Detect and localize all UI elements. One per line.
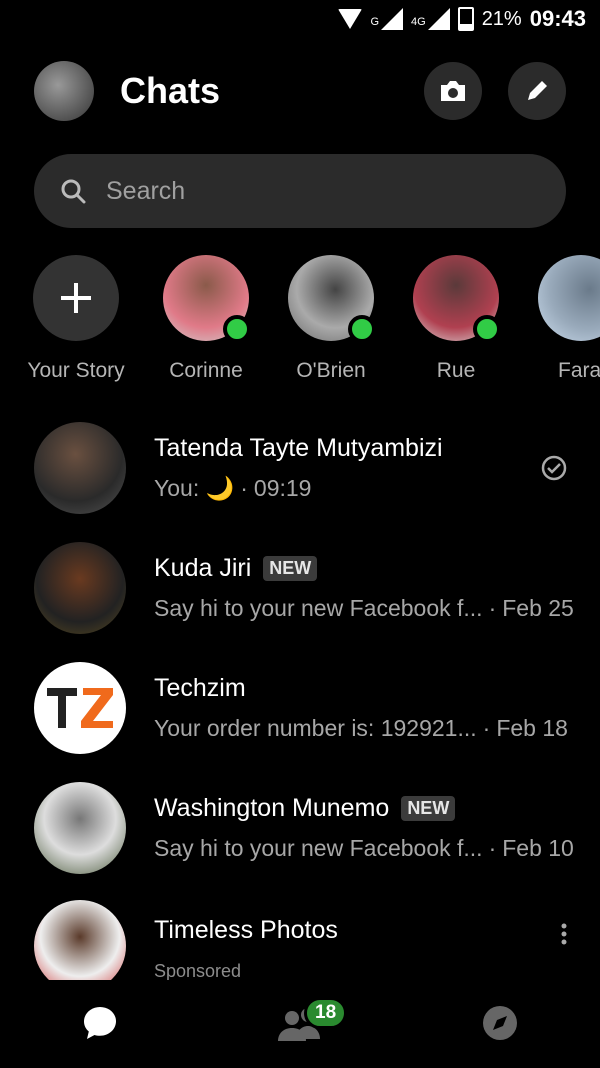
- chat-name: Tatenda Tayte Mutyambizi: [154, 434, 443, 462]
- online-indicator: [223, 315, 251, 343]
- chat-row[interactable]: Washington Munemo NEW Say hi to your new…: [34, 780, 574, 876]
- status-bar: G 4G 21% 09:43: [0, 0, 600, 42]
- chat-bubble-icon: [84, 1007, 116, 1039]
- chat-preview: You: 🌙: [154, 475, 235, 501]
- chat-preview-line: Say hi to your new Facebook f... · Feb 2…: [154, 595, 574, 621]
- stories-row: Your Story Corinne O'Brien Rue Fara: [0, 255, 600, 382]
- battery-icon: [457, 7, 474, 31]
- chat-time: 09:19: [253, 475, 312, 501]
- chat-row[interactable]: Tatenda Tayte Mutyambizi You: 🌙 · 09:19: [34, 420, 574, 516]
- search-bar[interactable]: [34, 154, 566, 228]
- camera-button[interactable]: [424, 62, 482, 120]
- chat-row-sponsored[interactable]: Timeless Photos Sponsored: [34, 900, 574, 980]
- tab-chats[interactable]: [70, 993, 130, 1053]
- chat-name: Techzim: [154, 674, 246, 702]
- signal-g: G: [370, 8, 403, 30]
- chat-avatar: [34, 662, 126, 754]
- chat-name: Washington Munemo: [154, 794, 390, 822]
- search-input[interactable]: [104, 175, 508, 207]
- search-icon: [61, 179, 86, 204]
- clock: 09:43: [529, 6, 586, 31]
- story-label: Fara: [558, 359, 600, 382]
- story-label: Your Story: [27, 359, 125, 382]
- compass-icon: [483, 1006, 517, 1040]
- people-badge: 18: [304, 997, 348, 1029]
- chat-row[interactable]: Kuda Jiri NEW Say hi to your new Faceboo…: [34, 540, 574, 636]
- chat-time: Feb 18: [496, 715, 568, 741]
- tab-discover[interactable]: [470, 993, 530, 1053]
- chat-preview-line: Your order number is: 192921... · Feb 18: [154, 715, 568, 741]
- new-badge: NEW: [401, 796, 456, 821]
- page-title: Chats: [120, 70, 221, 111]
- chat-preview-line: Say hi to your new Facebook f... · Feb 1…: [154, 835, 574, 861]
- chat-avatar: [34, 900, 126, 980]
- online-indicator: [473, 315, 501, 343]
- story-fara[interactable]: Fara: [516, 255, 600, 383]
- story-avatar: [538, 255, 600, 341]
- wifi-icon: [338, 9, 363, 29]
- signal-4g: 4G: [411, 8, 450, 30]
- chat-avatar: [34, 422, 126, 514]
- read-check-icon: [541, 455, 567, 481]
- signal-icon: [381, 8, 403, 30]
- chat-avatar: [34, 542, 126, 634]
- more-options-icon[interactable]: [560, 922, 568, 946]
- camera-icon: [441, 81, 465, 101]
- techzim-logo: [47, 688, 113, 728]
- story-obrien[interactable]: O'Brien: [266, 255, 396, 383]
- chat-preview: Your order number is: 192921...: [154, 715, 477, 741]
- chat-row[interactable]: Techzim Your order number is: 192921... …: [34, 660, 574, 756]
- story-avatar: [288, 255, 376, 343]
- plus-icon: [61, 283, 91, 313]
- new-message-button[interactable]: [508, 62, 566, 120]
- chat-name: Kuda Jiri: [154, 554, 252, 582]
- tab-people[interactable]: 18: [270, 993, 348, 1053]
- chat-name-line: Kuda Jiri NEW: [154, 554, 574, 583]
- story-label: O'Brien: [296, 359, 366, 382]
- chat-time: Feb 10: [502, 835, 574, 861]
- story-corinne[interactable]: Corinne: [141, 255, 271, 383]
- header: Chats: [34, 60, 566, 122]
- story-avatar: [413, 255, 501, 343]
- story-your-story[interactable]: Your Story: [11, 255, 141, 383]
- profile-avatar[interactable]: [34, 61, 94, 121]
- chat-avatar: [34, 782, 126, 874]
- new-badge: NEW: [263, 556, 318, 581]
- chat-preview-line: You: 🌙 · 09:19: [154, 475, 312, 501]
- bottom-nav: 18: [0, 978, 600, 1068]
- story-label: Corinne: [169, 359, 243, 382]
- signal-icon: [427, 8, 450, 30]
- chat-preview: Say hi to your new Facebook f...: [154, 835, 483, 861]
- pencil-icon: [528, 81, 547, 100]
- add-story-button[interactable]: [33, 255, 119, 341]
- chat-name-line: Washington Munemo NEW: [154, 794, 574, 823]
- chat-preview: Say hi to your new Facebook f...: [154, 595, 483, 621]
- chat-time: Feb 25: [502, 595, 574, 621]
- story-rue[interactable]: Rue: [391, 255, 521, 383]
- story-label: Rue: [436, 359, 476, 382]
- online-indicator: [348, 315, 376, 343]
- chat-name: Timeless Photos: [154, 916, 338, 944]
- story-avatar: [163, 255, 251, 343]
- battery-percent: 21%: [481, 7, 522, 30]
